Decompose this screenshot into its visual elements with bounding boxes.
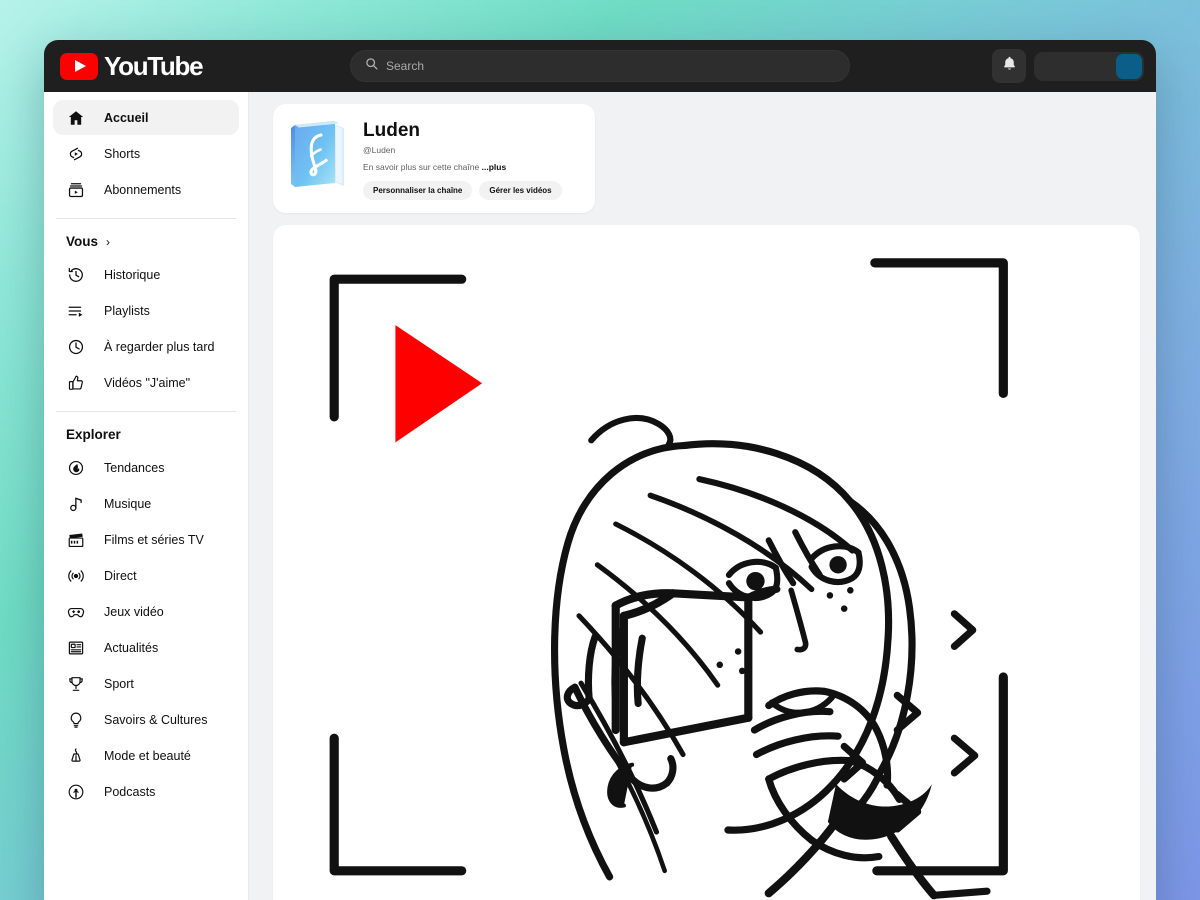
- sidebar-divider-1: [56, 218, 236, 219]
- newspaper-icon: [66, 638, 86, 658]
- sidebar-item-abonnements[interactable]: Abonnements: [53, 172, 239, 207]
- sidebar-item-accueil[interactable]: Accueil: [53, 100, 239, 135]
- sidebar-item-mode-et-beaute[interactable]: Mode et beauté: [53, 738, 239, 773]
- channel-name: Luden: [363, 120, 562, 142]
- youtube-wordmark: YouTube: [104, 53, 202, 79]
- app-body: Accueil Shorts: [44, 92, 1156, 900]
- sidebar-item-podcasts[interactable]: Podcasts: [53, 774, 239, 809]
- search-bar[interactable]: [350, 50, 850, 82]
- sidebar-item-musique[interactable]: Musique: [53, 486, 239, 521]
- sidebar-divider-2: [56, 411, 236, 412]
- sidebar-item-jeux-video[interactable]: Jeux vidéo: [53, 594, 239, 629]
- notification-bell-icon: [1001, 55, 1018, 77]
- sidebar-item-savoirs-et-cultures[interactable]: Savoirs & Cultures: [53, 702, 239, 737]
- sidebar-item-label: Savoirs & Cultures: [104, 713, 208, 727]
- sidebar-item-playlists[interactable]: Playlists: [53, 293, 239, 328]
- sidebar-item-videos-jaime[interactable]: Vidéos "J'aime": [53, 365, 239, 400]
- clapperboard-icon: [66, 530, 86, 550]
- fashion-dress-icon: [66, 746, 86, 766]
- sidebar-section-vous[interactable]: Vous ›: [53, 230, 239, 257]
- main-content: Luden @Luden En savoir plus sur cette ch…: [249, 92, 1156, 900]
- sidebar-item-films-et-series-tv[interactable]: Films et séries TV: [53, 522, 239, 557]
- lightbulb-icon: [66, 710, 86, 730]
- chevron-right-icon: ›: [106, 235, 110, 249]
- topbar-actions: [992, 49, 1144, 83]
- music-note-icon: [66, 494, 86, 514]
- sidebar-item-label: Abonnements: [104, 183, 181, 197]
- sidebar-item-label: Actualités: [104, 641, 158, 655]
- watch-later-clock-icon: [66, 337, 86, 357]
- playlist-icon: [66, 301, 86, 321]
- channel-description-more-link[interactable]: ...plus: [482, 162, 507, 172]
- trophy-icon: [66, 674, 86, 694]
- sidebar: Accueil Shorts: [44, 92, 249, 900]
- channel-handle: @Luden: [363, 145, 562, 155]
- history-icon: [66, 265, 86, 285]
- youtube-play-badge-icon: [60, 53, 98, 80]
- sidebar-item-label: Jeux vidéo: [104, 605, 164, 619]
- sidebar-item-tendances[interactable]: Tendances: [53, 450, 239, 485]
- channel-header-card: Luden @Luden En savoir plus sur cette ch…: [273, 104, 595, 213]
- notification-bell-button[interactable]: [992, 49, 1026, 83]
- manage-videos-button[interactable]: Gérer les vidéos: [479, 181, 561, 200]
- sidebar-item-label: Musique: [104, 497, 151, 511]
- search-input[interactable]: [386, 59, 835, 73]
- sidebar-item-label: Vidéos "J'aime": [104, 376, 190, 390]
- sidebar-item-label: Shorts: [104, 147, 140, 161]
- sidebar-section-explorer: Explorer: [53, 423, 239, 450]
- sidebar-section-label: Vous: [66, 234, 98, 249]
- channel-description-text: En savoir plus sur cette chaîne: [363, 162, 479, 172]
- sidebar-item-label: Sport: [104, 677, 134, 691]
- gaming-controller-icon: [66, 602, 86, 622]
- channel-action-buttons: Personnaliser la chaîne Gérer les vidéos: [363, 181, 562, 200]
- thumbs-up-icon: [66, 373, 86, 393]
- sidebar-item-a-regarder-plus-tard[interactable]: À regarder plus tard: [53, 329, 239, 364]
- sidebar-item-label: Playlists: [104, 304, 150, 318]
- sidebar-item-shorts[interactable]: Shorts: [53, 136, 239, 171]
- customize-channel-button[interactable]: Personnaliser la chaîne: [363, 181, 472, 200]
- search-icon: [365, 57, 378, 75]
- home-icon: [66, 108, 86, 128]
- subscriptions-icon: [66, 180, 86, 200]
- youtube-logo[interactable]: YouTube: [60, 53, 202, 80]
- channel-description[interactable]: En savoir plus sur cette chaîne ...plus: [363, 162, 562, 172]
- account-avatar[interactable]: [1116, 54, 1142, 79]
- sidebar-item-label: Accueil: [104, 111, 148, 125]
- trending-flame-icon: [66, 458, 86, 478]
- podcast-broadcast-icon: [66, 782, 86, 802]
- sidebar-item-actualites[interactable]: Actualités: [53, 630, 239, 665]
- sidebar-item-sport[interactable]: Sport: [53, 666, 239, 701]
- shorts-icon: [66, 144, 86, 164]
- channel-banner-illustration-card[interactable]: [273, 225, 1140, 900]
- sidebar-item-historique[interactable]: Historique: [53, 257, 239, 292]
- sidebar-item-label: Mode et beauté: [104, 749, 191, 763]
- sidebar-item-direct[interactable]: Direct: [53, 558, 239, 593]
- sidebar-item-label: Films et séries TV: [104, 533, 204, 547]
- create-account-pill[interactable]: [1034, 52, 1144, 81]
- sidebar-item-label: Direct: [104, 569, 137, 583]
- sidebar-item-label: À regarder plus tard: [104, 340, 214, 354]
- top-bar: YouTube: [44, 40, 1156, 92]
- book-with-L-avatar[interactable]: [287, 117, 349, 192]
- live-broadcast-icon: [66, 566, 86, 586]
- sidebar-item-label: Podcasts: [104, 785, 155, 799]
- app-window: YouTube: [44, 40, 1156, 900]
- sidebar-item-label: Historique: [104, 268, 160, 282]
- line-art-woman-reading-book-illustration: [273, 225, 1140, 900]
- sidebar-item-label: Tendances: [104, 461, 164, 475]
- channel-meta: Luden @Luden En savoir plus sur cette ch…: [363, 117, 562, 200]
